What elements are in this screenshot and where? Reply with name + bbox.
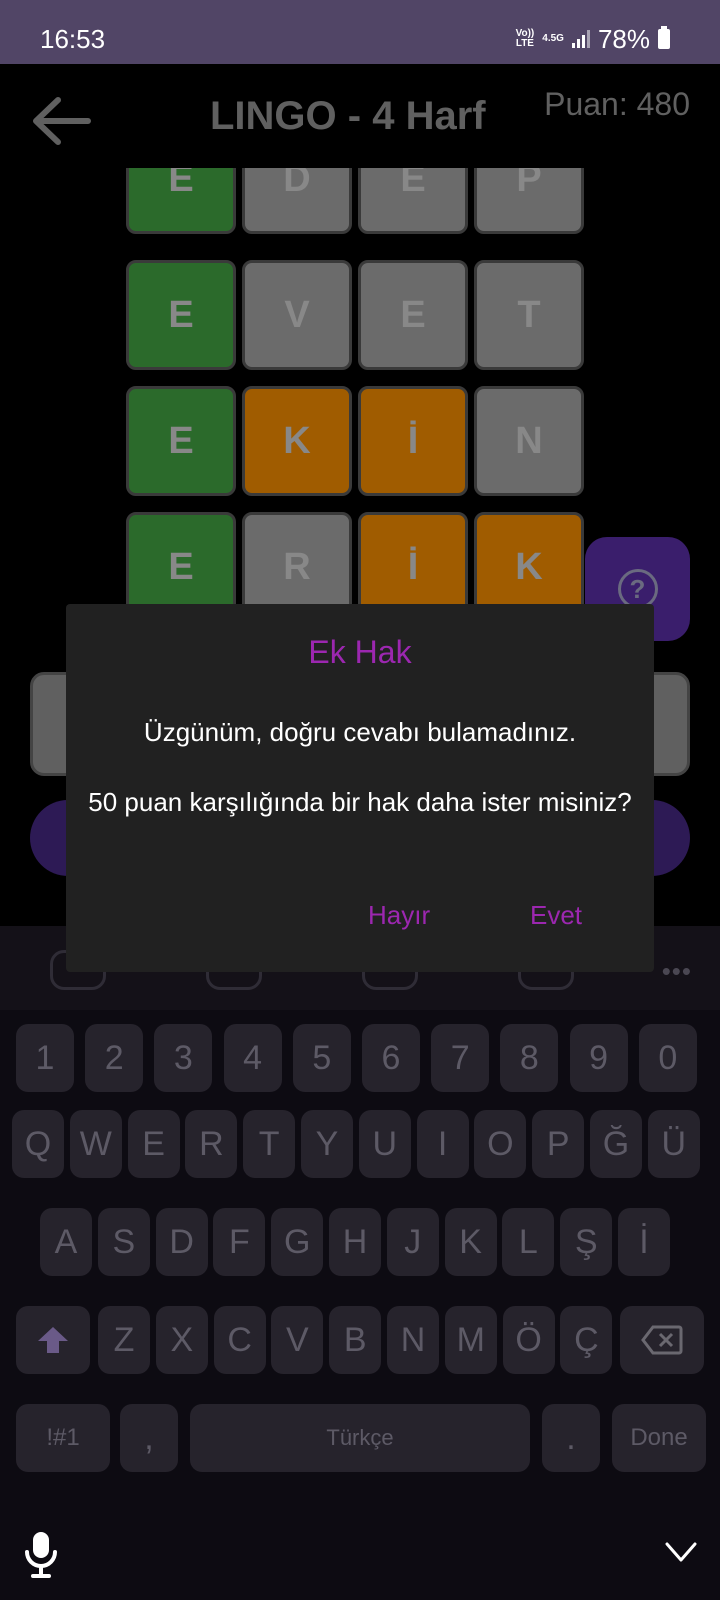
more-icon[interactable]: •••: [662, 956, 692, 987]
key-1[interactable]: 1: [16, 1024, 74, 1092]
comma-key[interactable]: ,: [120, 1404, 178, 1472]
key-M[interactable]: M: [444, 1306, 497, 1374]
tile: E: [126, 512, 236, 608]
status-bar: 16:53 Vo)) LTE 4.5G 78%: [0, 0, 720, 64]
key-6[interactable]: 6: [362, 1024, 420, 1092]
tile: D: [242, 168, 352, 234]
shift-key[interactable]: [16, 1306, 90, 1374]
key-P[interactable]: P: [532, 1110, 585, 1178]
key-8[interactable]: 8: [500, 1024, 559, 1092]
key-N[interactable]: N: [387, 1306, 439, 1374]
key-B[interactable]: B: [329, 1306, 382, 1374]
key-I[interactable]: I: [416, 1110, 469, 1178]
tile: P: [474, 168, 584, 234]
tile: R: [242, 512, 352, 608]
dialog-message: Üzgünüm, doğru cevabı bulamadınız.: [143, 717, 577, 747]
space-key[interactable]: Türkçe: [190, 1404, 530, 1472]
key-D[interactable]: D: [155, 1208, 208, 1276]
symbols-key[interactable]: !#1: [16, 1404, 110, 1472]
arrow-left-icon: [33, 97, 91, 145]
volte-icon: Vo)) LTE: [515, 28, 535, 49]
dialog-question: 50 puan karşılığında bir hak daha ister …: [88, 787, 632, 817]
key-W[interactable]: W: [69, 1110, 122, 1178]
key-7[interactable]: 7: [431, 1024, 490, 1092]
key-O[interactable]: O: [474, 1110, 527, 1178]
key-Q[interactable]: Q: [12, 1110, 64, 1178]
key-X[interactable]: X: [155, 1306, 208, 1374]
key-0[interactable]: 0: [638, 1024, 697, 1092]
tile: E: [126, 168, 236, 234]
back-button[interactable]: [30, 94, 92, 148]
key-2[interactable]: 2: [85, 1024, 144, 1092]
shift-icon: [38, 1327, 68, 1353]
tile: E: [358, 168, 468, 234]
tile: E: [126, 386, 236, 496]
key-R[interactable]: R: [185, 1110, 238, 1178]
backspace-key[interactable]: [620, 1306, 704, 1374]
tile: İ: [358, 512, 468, 608]
key-U[interactable]: U: [358, 1110, 411, 1178]
key-4[interactable]: 4: [223, 1024, 282, 1092]
question-icon: ?: [617, 569, 658, 609]
app-header: LINGO - 4 Harf Puan: 480: [0, 64, 720, 168]
battery-icon: [658, 26, 670, 49]
key-İ[interactable]: İ: [618, 1208, 670, 1276]
key-K[interactable]: K: [444, 1208, 497, 1276]
key-Ğ[interactable]: Ğ: [590, 1110, 642, 1178]
no-button[interactable]: Hayır: [368, 900, 430, 931]
key-T[interactable]: T: [243, 1110, 296, 1178]
network-type-icon: 4.5G: [542, 33, 564, 44]
key-A[interactable]: A: [40, 1208, 92, 1276]
key-3[interactable]: 3: [154, 1024, 213, 1092]
key-Z[interactable]: Z: [98, 1306, 150, 1374]
tile: K: [242, 386, 352, 496]
key-Ç[interactable]: Ç: [560, 1306, 613, 1374]
score-label: Puan: 480: [544, 86, 690, 122]
key-G[interactable]: G: [271, 1208, 324, 1276]
key-Ü[interactable]: Ü: [647, 1110, 700, 1178]
key-5[interactable]: 5: [292, 1024, 351, 1092]
key-S[interactable]: S: [97, 1208, 150, 1276]
key-C[interactable]: C: [213, 1306, 266, 1374]
key-Ş[interactable]: Ş: [560, 1208, 613, 1276]
key-L[interactable]: L: [502, 1208, 555, 1276]
key-9[interactable]: 9: [569, 1024, 628, 1092]
dialog-title: Ek Hak: [308, 634, 412, 670]
yes-button[interactable]: Evet: [530, 900, 582, 931]
key-F[interactable]: F: [213, 1208, 266, 1276]
tile: N: [474, 386, 584, 496]
tile: E: [126, 260, 236, 370]
tile: İ: [358, 386, 468, 496]
key-V[interactable]: V: [271, 1306, 324, 1374]
period-key[interactable]: .: [542, 1404, 600, 1472]
key-E[interactable]: E: [127, 1110, 180, 1178]
key-Y[interactable]: Y: [301, 1110, 353, 1178]
key-J[interactable]: J: [386, 1208, 439, 1276]
status-time: 16:53: [40, 24, 106, 54]
keyboard: ••• 1234567890 QWERTYUIOPĞÜ ASDFGHJKLŞİ ZXC…: [0, 926, 720, 1600]
key-Ö[interactable]: Ö: [502, 1306, 555, 1374]
tile: T: [474, 260, 584, 370]
signal-icon: [571, 30, 590, 48]
microphone-icon[interactable]: [24, 1530, 58, 1578]
tile: E: [358, 260, 468, 370]
extra-chance-dialog: Ek Hak Üzgünüm, doğru cevabı bulamadınız…: [66, 604, 654, 972]
tile: V: [242, 260, 352, 370]
key-H[interactable]: H: [329, 1208, 381, 1276]
battery-percent: 78%: [597, 23, 650, 54]
done-key[interactable]: Done: [612, 1404, 706, 1472]
backspace-icon: [641, 1325, 683, 1355]
status-icons: Vo)) LTE 4.5G 78%: [516, 24, 670, 54]
tile: K: [474, 512, 584, 608]
chevron-down-icon[interactable]: [664, 1540, 698, 1564]
page-title: LINGO - 4 Harf: [210, 94, 486, 138]
